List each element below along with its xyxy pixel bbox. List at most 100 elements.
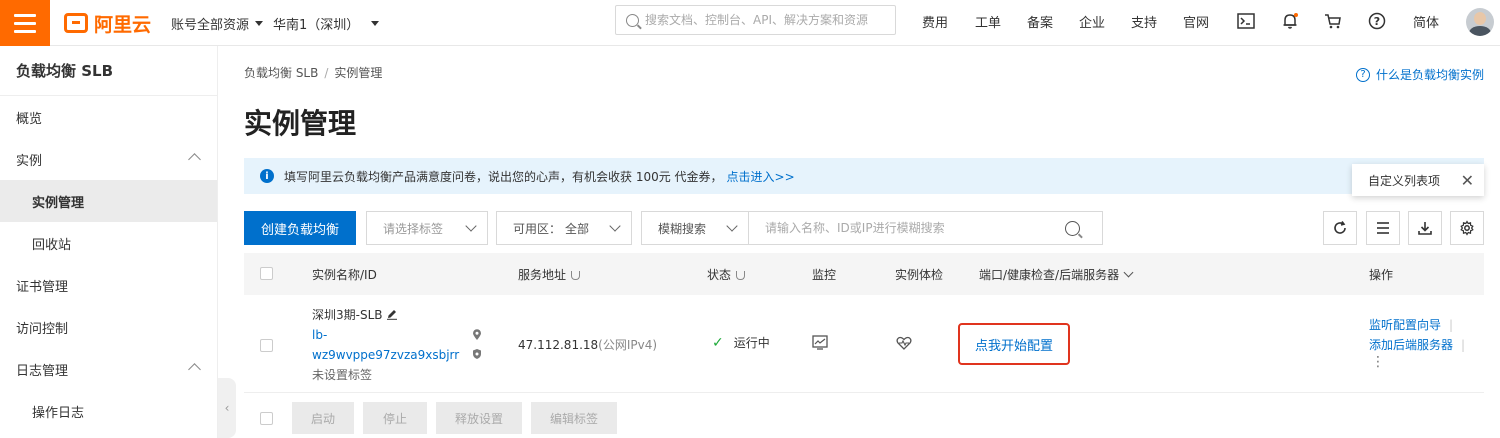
sidebar-item-operation-log[interactable]: 操作日志 [0,390,217,432]
svg-text:?: ? [1374,15,1380,28]
monitor-icon[interactable] [812,335,828,350]
ip-address: 47.112.81.18 [518,338,599,352]
nav-link-official[interactable]: 官网 [1183,0,1209,42]
listener-wizard-link[interactable]: 监听配置向导 [1369,318,1441,332]
terminal-icon[interactable] [1235,10,1257,32]
instance-id-link[interactable]: lb- [312,325,459,345]
select-all-checkbox[interactable] [260,267,273,280]
close-icon[interactable]: ✕ [1461,171,1474,190]
add-backend-server-link[interactable]: 添加后端服务器 [1369,338,1453,352]
instance-tag: 未设置标签 [312,368,373,382]
sidebar-item-label: 访问控制 [16,321,69,337]
caret-down-icon [255,20,264,26]
list-view-button[interactable] [1366,211,1400,245]
bell-icon[interactable] [1279,10,1301,32]
region-dropdown[interactable]: 华南1（深圳） [273,0,380,46]
sidebar-item-label: 实例管理 [32,195,85,211]
toolbar: 创建负载均衡 请选择标签 可用区： 全部 模糊搜索 [244,211,1104,245]
help-link[interactable]: ? 什么是负载均衡实例 [1355,66,1484,83]
search-icon [626,13,639,27]
download-icon [1418,222,1432,235]
search-mode-select[interactable]: 模糊搜索 [641,211,750,245]
check-icon: ✓ [712,335,724,351]
sidebar-item-label: 概览 [16,111,43,127]
shield-icon[interactable] [472,348,482,360]
create-slb-button[interactable]: 创建负载均衡 [244,211,357,245]
nav-link-ticket[interactable]: 工单 [975,0,1001,42]
bulk-select-checkbox[interactable] [260,411,273,425]
filter-icon [571,270,581,280]
sidebar-item-certificates[interactable]: 证书管理 [0,264,217,306]
help-link-text: 什么是负载均衡实例 [1375,68,1484,82]
nav-link-support[interactable]: 支持 [1131,0,1157,42]
start-button[interactable]: 启动 [292,402,354,434]
settings-button[interactable] [1450,211,1484,245]
filter-icon [736,270,746,280]
account-scope-dropdown[interactable]: 账号全部资源 [171,0,264,46]
chevron-down-icon [726,220,738,232]
ip-type: (公网IPv4) [598,338,658,352]
search-icon[interactable] [1065,220,1081,236]
table-header: 实例名称/ID 服务地址 状态 监控 实例体检 端口/健康检查/后端服务器 操作 [244,253,1484,295]
caret-down-icon [371,20,380,26]
location-pin-icon[interactable] [472,329,482,341]
sidebar-item-overview[interactable]: 概览 [0,96,217,138]
refresh-button[interactable] [1323,211,1357,245]
zone-select[interactable]: 可用区： 全部 [496,211,633,245]
refresh-icon [1334,221,1346,234]
nav-link-icp[interactable]: 备案 [1027,0,1053,42]
sidebar-item-instance-management[interactable]: 实例管理 [0,180,217,222]
instance-search-field[interactable] [749,211,1104,245]
sidebar-item-recycle-bin[interactable]: 回收站 [0,222,217,264]
nav-link-enterprise[interactable]: 企业 [1079,0,1105,42]
sidebar-item-access-control[interactable]: 访问控制 [0,306,217,348]
global-search-input[interactable] [645,13,885,27]
edit-icon[interactable] [386,308,398,320]
more-actions-icon[interactable]: ⋮ [1369,355,1465,369]
sidebar-item-label: 实例 [16,153,43,169]
sidebar-item-label: 操作日志 [32,405,85,421]
instance-id-link[interactable]: wz9wvppe97zvza9xsbjrr [312,345,459,365]
download-button[interactable] [1408,211,1442,245]
cart-icon[interactable] [1322,10,1344,32]
chevron-down-icon [1123,267,1134,277]
zone-select-value: 全部 [565,221,590,236]
breadcrumb-item[interactable]: 负载均衡 SLB [244,66,318,80]
column-header-address[interactable]: 服务地址 [518,266,581,283]
list-icon [1377,222,1389,234]
avatar[interactable] [1466,8,1494,36]
sidebar-item-instances[interactable]: 实例 [0,138,217,180]
instance-search-input[interactable] [765,221,1066,235]
notice-link[interactable]: 点击进入>> [727,168,795,185]
edit-tags-button[interactable]: 编辑标签 [531,402,617,434]
row-checkbox[interactable] [260,339,273,352]
column-header-port[interactable]: 端口/健康检查/后端服务器 [979,266,1134,283]
notice-banner: i 填写阿里云负载均衡产品满意度问卷，说出您的心声，有机会收获 100元 代金券… [244,158,1484,194]
region-label: 华南1（深圳） [273,17,360,33]
language-switch[interactable]: 简体 [1413,0,1439,42]
gear-icon [1460,220,1474,236]
menu-icon[interactable] [0,0,50,46]
stop-button[interactable]: 停止 [363,402,427,434]
nav-link-billing[interactable]: 费用 [922,0,948,42]
instance-name-text: 深圳3期-SLB [312,308,383,322]
account-scope-label: 账号全部资源 [171,17,250,33]
release-settings-button[interactable]: 释放设置 [436,402,522,434]
logo-text: 阿里云 [94,13,152,36]
sidebar-item-log-management[interactable]: 日志管理 [0,348,217,390]
instance-table: 实例名称/ID 服务地址 状态 监控 实例体检 端口/健康检查/后端服务器 操作… [244,253,1484,393]
column-header-status[interactable]: 状态 [707,266,746,283]
help-icon[interactable]: ? [1366,10,1388,32]
main-content: 负载均衡 SLB / 实例管理 ? 什么是负载均衡实例 实例管理 i 填写阿里云负载… [218,46,1500,438]
aliyun-logo[interactable]: 阿里云 [64,10,151,36]
sidebar: 负载均衡 SLB 概览 实例 实例管理 回收站 证书管理 访问控制 日志管理 操… [0,46,218,438]
action-divider: | [1449,318,1454,332]
breadcrumb-separator: / [324,66,329,80]
global-search[interactable] [615,5,896,35]
action-divider: | [1461,338,1466,352]
tag-select[interactable]: 请选择标签 [366,211,489,245]
chevron-down-icon [609,220,621,232]
start-config-link[interactable]: 点我开始配置 [958,323,1070,365]
start-config-text: 点我开始配置 [974,338,1053,354]
health-heart-icon[interactable] [896,336,912,350]
